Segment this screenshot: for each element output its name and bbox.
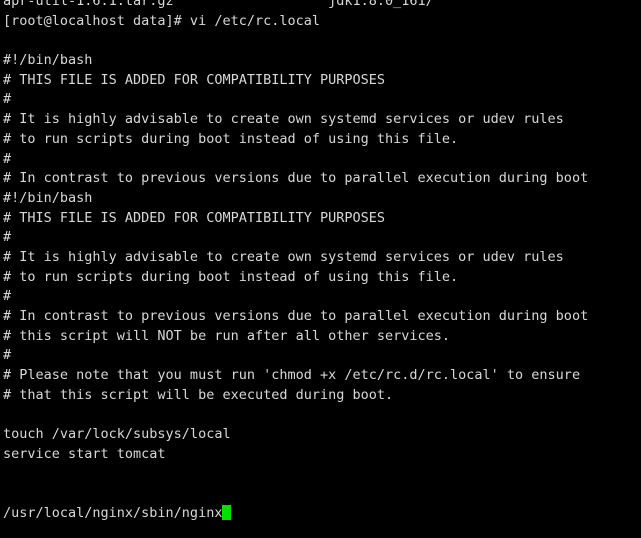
terminal-line-blank-4 (0, 484, 641, 504)
terminal-line-comment-torun-1: # to run scripts during boot instead of … (0, 130, 641, 150)
terminal-line-blank-1 (0, 31, 641, 51)
terminal-line-comment-contrast-1: # In contrast to previous versions due t… (0, 169, 641, 189)
terminal-line-text: # (3, 288, 12, 305)
terminal-line-comment-compat-2: # THIS FILE IS ADDED FOR COMPATIBILITY P… (0, 209, 641, 229)
terminal-line-comment-hash-2: # (0, 150, 641, 170)
terminal-line-text: apr-util-1.6.1.tar.gz jdk1.8.0_161/ (3, 0, 434, 9)
terminal-line-text: # to run scripts during boot instead of … (3, 130, 459, 147)
terminal-line-comment-executed: # that this script will be executed duri… (0, 386, 641, 406)
terminal-line-shell-prompt-command: [root@localhost data]# vi /etc/rc.local (0, 12, 641, 32)
terminal-line-text: # In contrast to previous versions due t… (3, 170, 589, 187)
terminal-line-comment-advisable-1: # It is highly advisable to create own s… (0, 110, 641, 130)
terminal-line-text: #!/bin/bash (3, 189, 93, 206)
terminal-line-shebang-2: #!/bin/bash (0, 189, 641, 209)
terminal-line-comment-compat-1: # THIS FILE IS ADDED FOR COMPATIBILITY P… (0, 71, 641, 91)
terminal-line-text: # It is highly advisable to create own s… (3, 111, 564, 128)
terminal-scroll-area: apr-util-1.6.1.tar.gz jdk1.8.0_161/ [root… (0, 0, 641, 538)
terminal-window[interactable]: apr-util-1.6.1.tar.gz jdk1.8.0_161/ [root… (0, 0, 641, 538)
terminal-line-text: # (3, 347, 12, 364)
terminal-line-comment-hash-3: # (0, 228, 641, 248)
terminal-line-comment-notrun: # this script will NOT be run after all … (0, 327, 641, 347)
terminal-line-text: # to run scripts during boot instead of … (3, 268, 459, 285)
terminal-line-text: # (3, 91, 12, 108)
terminal-line-cmd-touch-lockfile: touch /var/lock/subsys/local (0, 425, 641, 445)
terminal-line-cmd-service-start-tomcat: service start tomcat (0, 445, 641, 465)
terminal-line-text: touch /var/lock/subsys/local (3, 426, 231, 443)
terminal-line-comment-torun-2: # to run scripts during boot instead of … (0, 268, 641, 288)
terminal-line-text: # (3, 229, 12, 246)
terminal-line-cmd-start-nginx: /usr/local/nginx/sbin/nginx (0, 504, 641, 524)
text-cursor (222, 504, 231, 520)
terminal-line-text: service start tomcat (3, 445, 166, 462)
terminal-line-listing-remnant: apr-util-1.6.1.tar.gz jdk1.8.0_161/ (0, 0, 641, 12)
terminal-line-text: # THIS FILE IS ADDED FOR COMPATIBILITY P… (3, 71, 386, 88)
terminal-line-comment-chmod: # Please note that you must run 'chmod +… (0, 366, 641, 386)
terminal-line-text: # In contrast to previous versions due t… (3, 308, 589, 324)
terminal-line-text: # this script will NOT be run after all … (3, 327, 451, 344)
terminal-line-text: /usr/local/nginx/sbin/nginx (3, 504, 223, 521)
terminal-line-comment-hash-1: # (0, 90, 641, 110)
terminal-line-text: #!/bin/bash (3, 52, 93, 69)
terminal-line-text: # (3, 150, 12, 167)
terminal-line-text: # that this script will be executed duri… (3, 386, 394, 403)
terminal-line-text: # Please note that you must run 'chmod +… (3, 367, 581, 384)
terminal-line-text: # THIS FILE IS ADDED FOR COMPATIBILITY P… (3, 209, 386, 226)
terminal-line-blank-5 (0, 524, 641, 538)
terminal-line-blank-2 (0, 405, 641, 425)
terminal-line-text: # It is highly advisable to create own s… (3, 248, 564, 265)
terminal-line-shebang-1: #!/bin/bash (0, 51, 641, 71)
terminal-line-comment-advisable-2: # It is highly advisable to create own s… (0, 248, 641, 268)
terminal-line-blank-3 (0, 465, 641, 485)
terminal-line-comment-contrast-2: # In contrast to previous versions due t… (0, 307, 641, 327)
terminal-line-comment-hash-5: # (0, 346, 641, 366)
terminal-line-text: [root@localhost data]# vi /etc/rc.local (3, 12, 320, 29)
terminal-line-comment-hash-4: # (0, 287, 641, 307)
